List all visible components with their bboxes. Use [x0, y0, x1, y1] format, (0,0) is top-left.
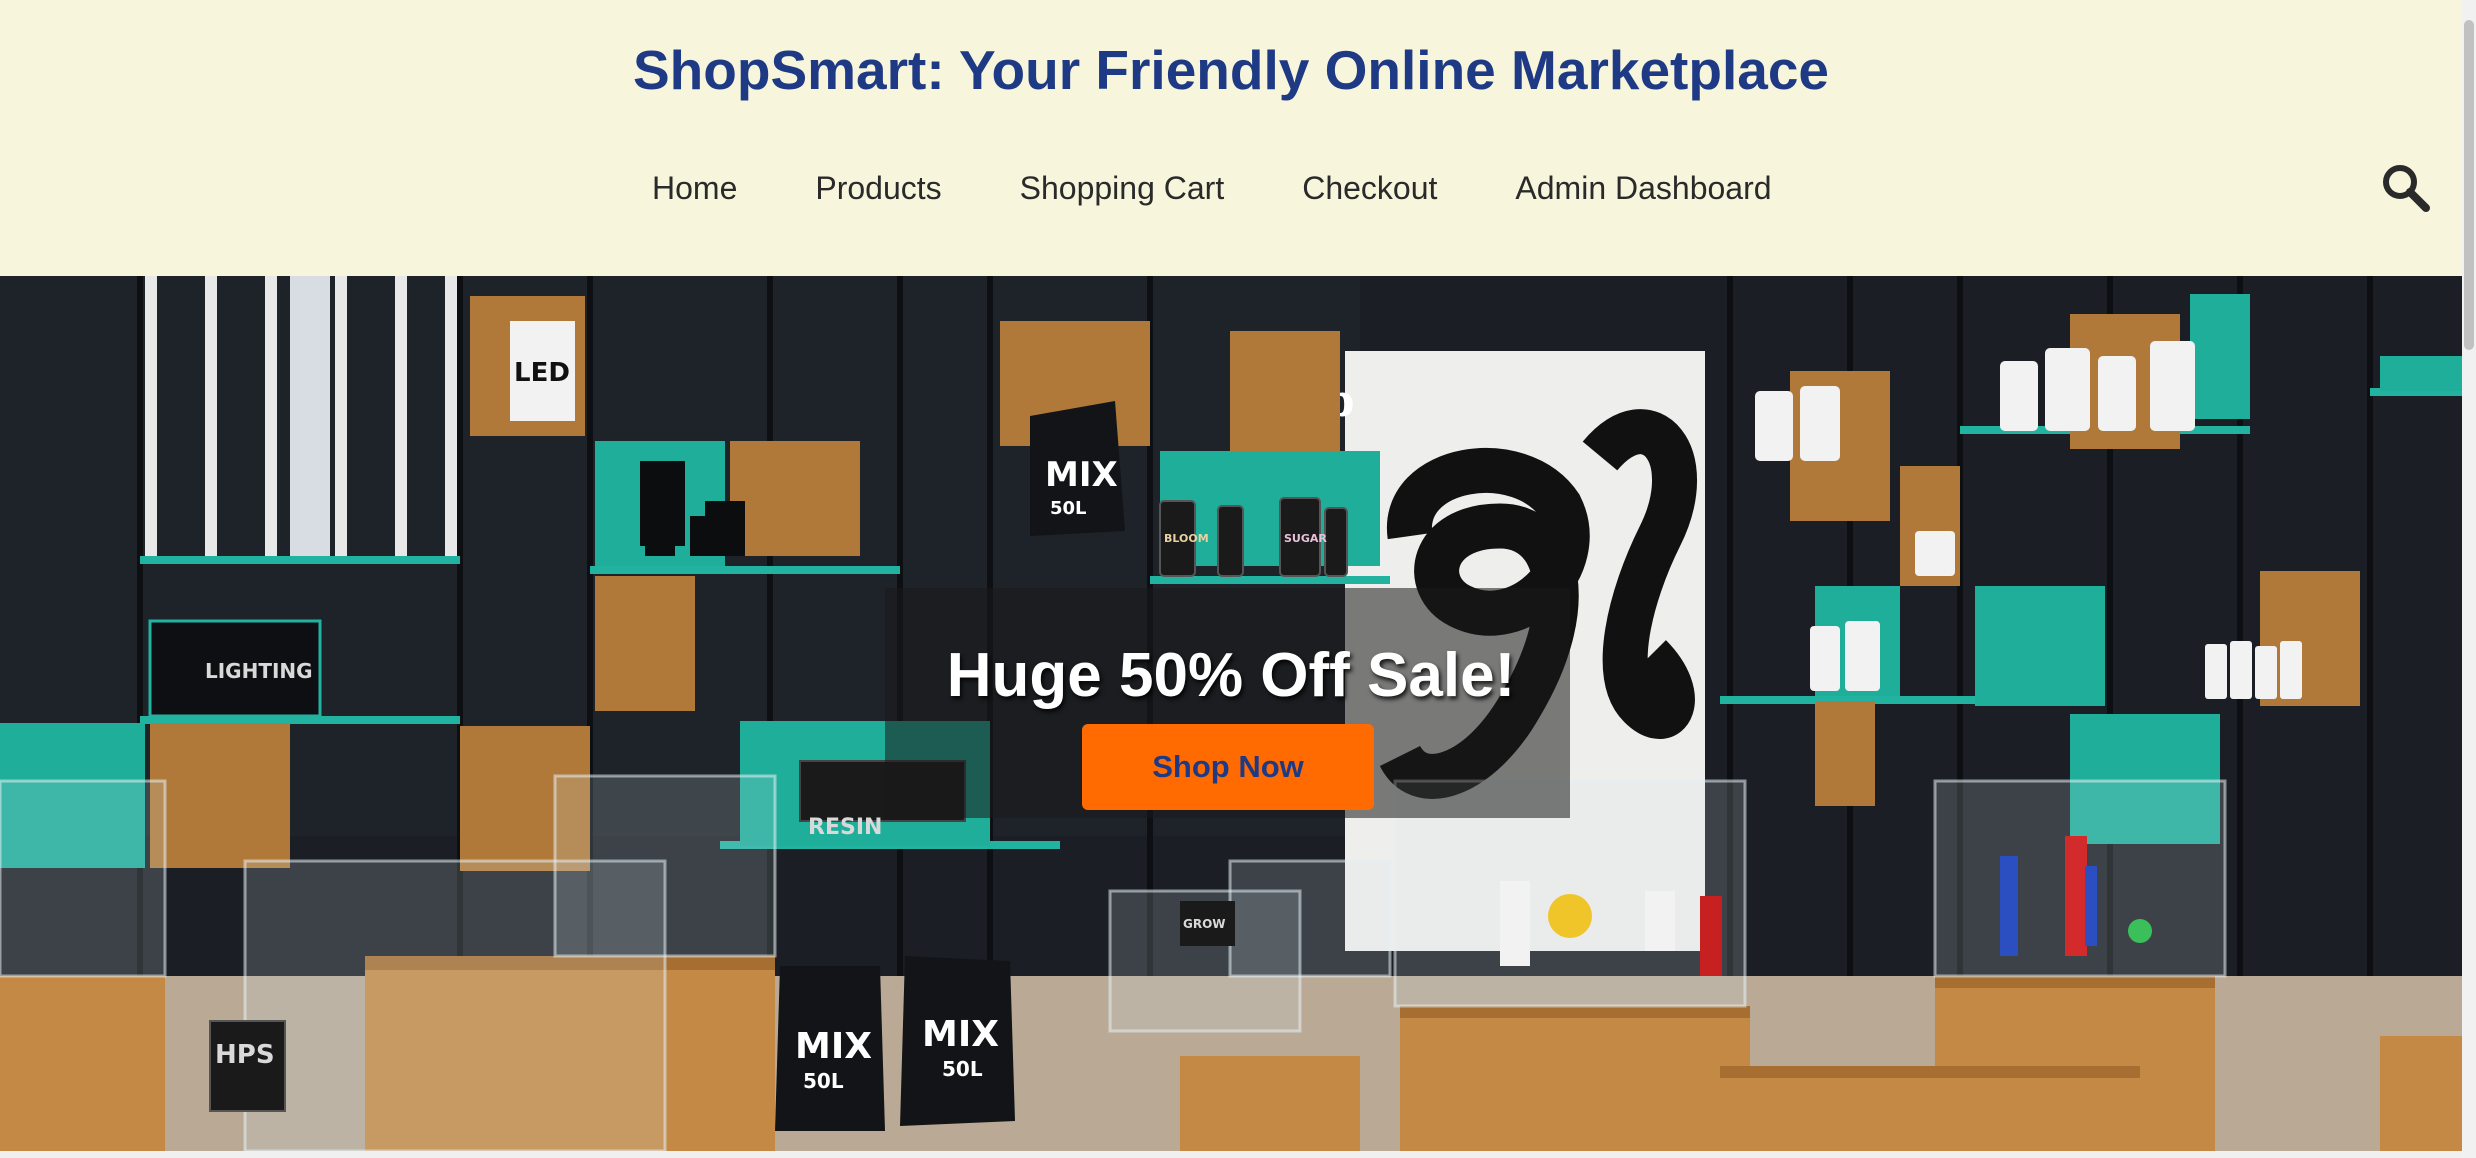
photo-mix-bag-left: MIX	[795, 1026, 872, 1067]
photo-led-label: LED	[514, 358, 570, 388]
photo-hps-label: HPS	[215, 1040, 275, 1070]
nav-item-products[interactable]: Products	[815, 160, 941, 216]
nav-item-shopping-cart[interactable]: Shopping Cart	[1020, 160, 1225, 216]
search-icon	[2383, 165, 2430, 212]
scrollbar-thumb[interactable]	[2464, 20, 2474, 350]
nav-list: Home Products Shopping Cart Checkout Adm…	[652, 160, 1772, 216]
nav-item-admin-dashboard[interactable]: Admin Dashboard	[1515, 160, 1771, 216]
photo-mix-bag-right-size: 50L	[942, 1057, 983, 1081]
photo-mix-bag-right: MIX	[922, 1014, 999, 1055]
search-button[interactable]	[2378, 160, 2434, 216]
site-header: ShopSmart: Your Friendly Online Marketpl…	[0, 0, 2462, 276]
photo-mix-bag-top: MIX	[1045, 455, 1118, 495]
site-title: ShopSmart: Your Friendly Online Marketpl…	[632, 39, 1829, 101]
photo-mix-bag-top-size: 50L	[1050, 498, 1087, 519]
photo-resin-label: RESIN	[808, 815, 882, 840]
hero-banner: gb	[0, 276, 2462, 1151]
page-divider	[0, 1151, 2462, 1158]
shop-now-button[interactable]: Shop Now	[1082, 724, 1374, 810]
main-nav: Home Products Shopping Cart Checkout Adm…	[0, 160, 2462, 220]
photo-grow-label: GROW	[1183, 917, 1226, 931]
photo-mix-bag-left-size: 50L	[803, 1069, 844, 1093]
nav-item-home[interactable]: Home	[652, 160, 737, 216]
hero-heading: Huge 50% Off Sale!	[946, 641, 1516, 710]
photo-sugar-label: SUGAR	[1284, 532, 1327, 545]
photo-bloom-label: BLOOM	[1164, 532, 1209, 545]
page: ShopSmart: Your Friendly Online Marketpl…	[0, 0, 2462, 1158]
nav-item-checkout[interactable]: Checkout	[1302, 160, 1437, 216]
